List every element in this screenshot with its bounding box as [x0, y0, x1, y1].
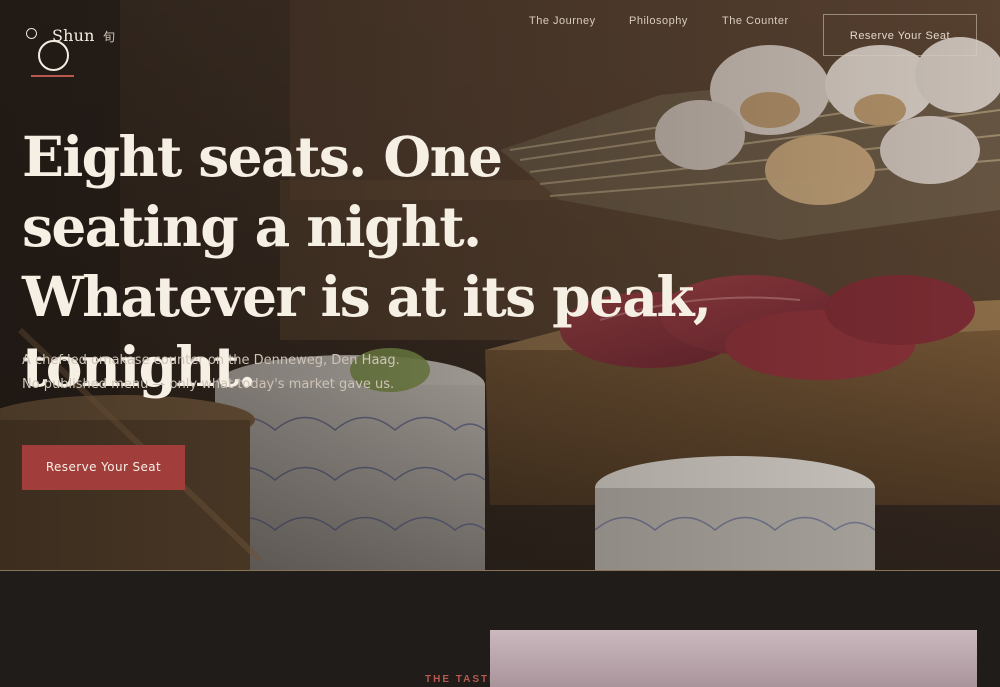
feature-image	[490, 630, 977, 687]
nav-link-the-counter[interactable]: The Counter	[722, 15, 789, 27]
hero-reserve-button[interactable]: Reserve Your Seat	[22, 445, 185, 490]
hero-section: Shun 旬 The Journey Philosophy The Counte…	[0, 0, 1000, 571]
main-nav: The Journey Philosophy The Counter Reser…	[0, 14, 1000, 56]
nav-reserve-button[interactable]: Reserve Your Seat	[823, 14, 977, 56]
logo-underline	[31, 75, 74, 77]
section-eyebrow: THE TASTI	[425, 674, 494, 685]
nav-link-the-journey[interactable]: The Journey	[529, 15, 596, 27]
hero-subcopy: A chef-led omakase counter on the Dennew…	[22, 353, 400, 392]
tasting-section: THE TASTI	[0, 571, 1000, 687]
nav-link-philosophy[interactable]: Philosophy	[629, 15, 688, 27]
